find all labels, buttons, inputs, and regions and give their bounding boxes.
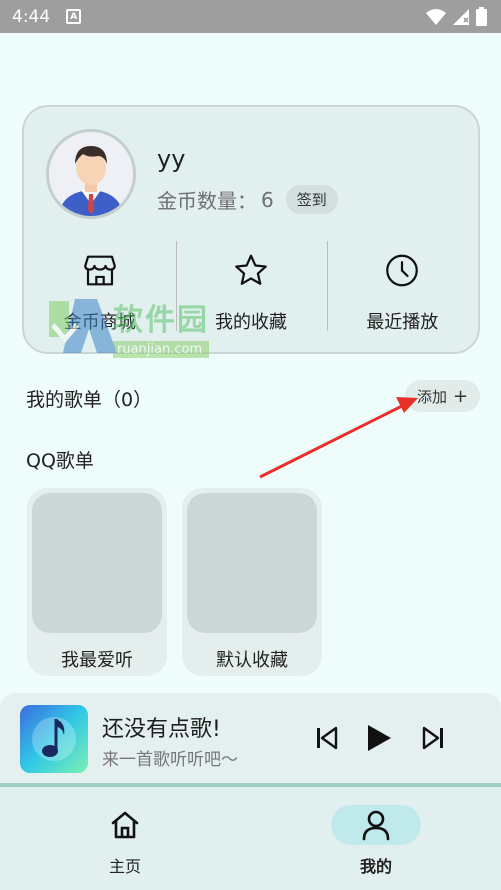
status-icons <box>426 7 487 26</box>
divider <box>327 241 328 331</box>
wifi-icon <box>426 8 446 25</box>
nav-home[interactable]: 主页 <box>80 805 170 877</box>
song-subtitle: 来一首歌听听吧～ <box>102 750 238 770</box>
plus-icon: + <box>452 385 469 407</box>
mini-player[interactable]: 还没有点歌! 来一首歌听听吧～ <box>0 693 501 787</box>
nav-label: 主页 <box>108 857 141 876</box>
checkin-button[interactable]: 签到 <box>285 185 338 214</box>
status-time: 4:44 <box>12 6 51 27</box>
add-playlist-button[interactable]: 添加 + <box>405 380 480 412</box>
avatar[interactable] <box>46 129 136 219</box>
home-icon <box>111 811 139 839</box>
battery-icon <box>476 7 487 26</box>
previous-button[interactable] <box>312 723 342 753</box>
nav-mine[interactable]: 我的 <box>331 805 421 877</box>
a-icon: A <box>66 9 82 24</box>
coins-label: 金币数量： <box>157 189 257 213</box>
nav-icon-wrap <box>80 805 170 845</box>
nav-label: 我的 <box>359 857 392 876</box>
shop-icon <box>83 255 116 286</box>
divider <box>176 241 177 331</box>
signal-icon <box>453 8 469 25</box>
qq-playlists-title: QQ歌单 <box>26 450 94 472</box>
profile-card: yy 金币数量： 6 签到 金币商城 我的收藏 最近播放 <box>22 105 480 354</box>
star-icon <box>235 254 267 285</box>
play-button[interactable] <box>363 723 393 753</box>
coins-value: 6 <box>261 187 274 212</box>
my-playlists-title: 我的歌单（0） <box>26 389 153 411</box>
status-bar: 4:44 A <box>0 0 501 33</box>
favorites-button[interactable]: 我的收藏 <box>175 239 326 334</box>
album-art[interactable] <box>20 705 88 773</box>
quick-actions: 金币商城 我的收藏 最近播放 <box>24 239 478 334</box>
playlist-cover <box>32 493 162 633</box>
add-playlist-label: 添加 <box>416 387 447 406</box>
bottom-nav: 主页 我的 <box>0 787 501 890</box>
quick-action-label: 最近播放 <box>366 312 439 333</box>
next-button[interactable] <box>418 723 448 753</box>
song-title: 还没有点歌! <box>102 717 221 742</box>
quick-action-label: 我的收藏 <box>214 312 287 333</box>
username: yy <box>157 145 186 173</box>
coin-shop-button[interactable]: 金币商城 <box>24 239 175 334</box>
nav-icon-wrap <box>331 805 421 845</box>
playlist-card[interactable]: 我最爱听 <box>27 488 167 676</box>
coin-balance: 金币数量： 6 签到 <box>157 185 338 214</box>
recent-plays-button[interactable]: 最近播放 <box>327 239 478 334</box>
playlist-name: 默认收藏 <box>216 650 288 671</box>
quick-action-label: 金币商城 <box>63 312 136 333</box>
playlist-cover <box>187 493 317 633</box>
clock-icon <box>386 254 419 287</box>
avatar-person-icon <box>49 132 133 216</box>
music-note-icon <box>32 717 76 761</box>
user-icon <box>362 810 390 841</box>
playlist-name: 我最爱听 <box>61 650 133 671</box>
playlist-card[interactable]: 默认收藏 <box>182 488 322 676</box>
